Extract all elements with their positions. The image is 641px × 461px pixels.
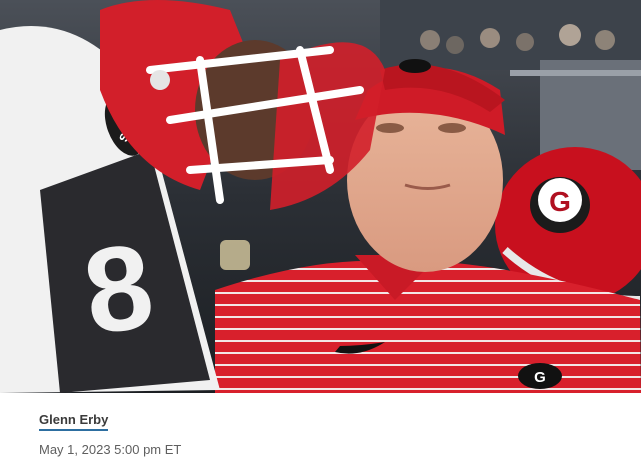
svg-text:G: G [549,186,571,217]
article-hero-photo: G G 8 SEC [0,0,641,393]
publish-date: May 1, 2023 5:00 pm ET [39,442,182,457]
author-link[interactable]: Glenn Erby [39,412,109,431]
article-byline: Glenn Erby May 1, 2023 5:00 pm ET [39,411,621,458]
photo-illustration: G G 8 SEC [0,0,641,393]
article-page: G G 8 SEC [0,0,641,461]
svg-text:G: G [534,369,546,386]
